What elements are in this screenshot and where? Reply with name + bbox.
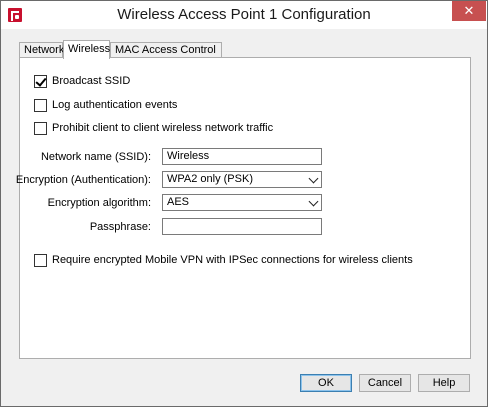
tab-wireless[interactable]: Wireless	[63, 40, 110, 59]
log-auth-option[interactable]: Log authentication events	[34, 98, 177, 112]
algorithm-select[interactable]: AES	[162, 194, 322, 211]
title-bar: Wireless Access Point 1 Configuration ✕	[1, 1, 487, 29]
prohibit-c2c-checkbox[interactable]	[34, 121, 47, 135]
prohibit-c2c-label: Prohibit client to client wireless netwo…	[52, 122, 274, 134]
log-auth-label: Log authentication events	[52, 99, 178, 111]
chevron-down-icon	[308, 196, 319, 207]
log-auth-checkbox[interactable]	[34, 98, 47, 112]
broadcast-ssid-label: Broadcast SSID	[52, 75, 131, 87]
config-dialog: Wireless Access Point 1 Configuration ✕ …	[0, 0, 488, 407]
require-vpn-option[interactable]: Require encrypted Mobile VPN with IPSec …	[34, 253, 413, 267]
cancel-button[interactable]: Cancel	[359, 374, 411, 392]
passphrase-label: Passphrase:	[89, 221, 151, 233]
help-button[interactable]: Help	[418, 374, 470, 392]
encryption-select[interactable]: WPA2 only (PSK)	[162, 171, 322, 188]
tab-mac-access-control[interactable]: MAC Access Control	[110, 42, 222, 58]
algorithm-label: Encryption algorithm:	[47, 197, 151, 209]
close-icon: ✕	[463, 3, 475, 18]
prohibit-c2c-option[interactable]: Prohibit client to client wireless netwo…	[34, 121, 273, 135]
algorithm-value: AES	[167, 196, 190, 208]
passphrase-input[interactable]	[162, 218, 322, 235]
tab-network[interactable]: Network	[19, 42, 64, 58]
require-vpn-label: Require encrypted Mobile VPN with IPSec …	[52, 254, 413, 266]
broadcast-ssid-option[interactable]: Broadcast SSID	[34, 74, 130, 88]
require-vpn-checkbox[interactable]	[34, 253, 47, 267]
broadcast-ssid-checkbox[interactable]	[34, 74, 47, 88]
ok-button[interactable]: OK	[300, 374, 352, 392]
encryption-label: Encryption (Authentication):	[15, 174, 151, 186]
chevron-down-icon	[308, 173, 319, 184]
close-button[interactable]: ✕	[452, 1, 486, 21]
window-title: Wireless Access Point 1 Configuration	[117, 6, 371, 23]
wireless-panel: Broadcast SSID Log authentication events…	[16, 57, 471, 359]
ssid-input[interactable]: Wireless	[162, 148, 322, 165]
ssid-label: Network name (SSID):	[40, 151, 151, 163]
encryption-value: WPA2 only (PSK)	[167, 173, 253, 185]
